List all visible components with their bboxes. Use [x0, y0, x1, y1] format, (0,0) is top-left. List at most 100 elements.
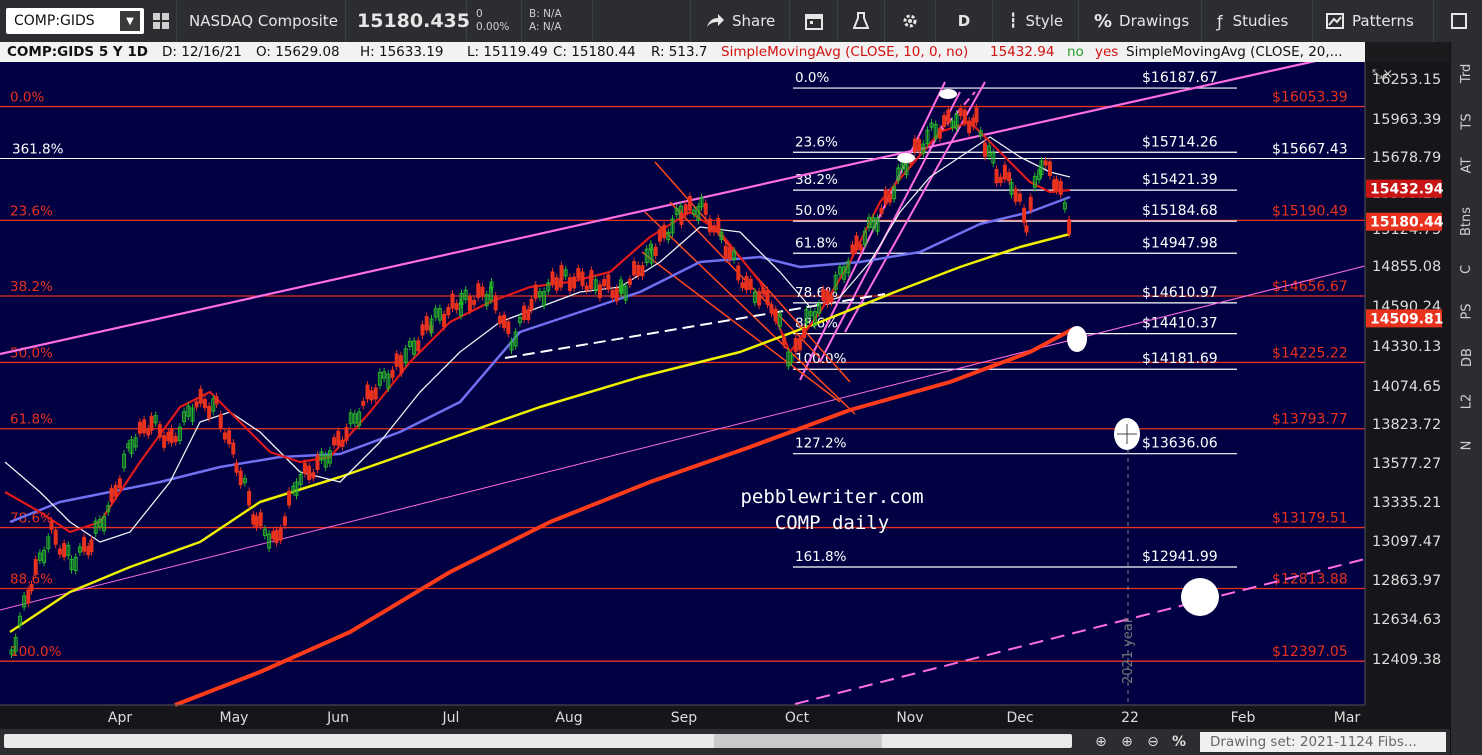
drawing-set-selector[interactable]: Drawing set: 2021-1124 Fibs... [1200, 732, 1446, 752]
sidebar-item-db[interactable]: DB [1451, 340, 1482, 374]
change-value: 0 [476, 8, 483, 20]
candle-body [657, 228, 662, 242]
y-axis-tick-label: 14855.08 [1372, 259, 1441, 275]
candle-body [757, 291, 762, 306]
fib-white-pct-label: 161.8% [795, 549, 847, 565]
drawings-button[interactable]: % Drawings [1080, 0, 1202, 42]
sidebar-item-ps[interactable]: PS [1451, 294, 1482, 328]
candle-body [109, 488, 114, 502]
symbol-selector[interactable]: COMP:GIDS ▼ [6, 8, 144, 34]
fib-white-price-label: $13636.06 [1142, 436, 1218, 452]
sidebar-label: DB [1459, 347, 1475, 367]
price-chart[interactable]: 0.0% $16053.3923.6% $15190.4938.2% $14656.6… [0, 62, 1450, 729]
bar-high: H: 15633.19 [360, 44, 444, 60]
chevron-down-icon[interactable]: ▼ [120, 11, 140, 31]
period-button[interactable]: D [936, 0, 993, 42]
candle-body [62, 542, 67, 558]
fib-white-price-label: $14947.98 [1142, 235, 1218, 251]
candle-body [365, 384, 370, 400]
bar-close: C: 15180.44 [553, 44, 636, 60]
bottom-bar: ⊕ ⊕ ⊖ % Drawing set: 2021-1124 Fibs... [0, 729, 1450, 755]
time-scrollbar[interactable] [4, 734, 1072, 748]
candle-body [967, 120, 972, 134]
sidebar-item-at[interactable]: AT [1451, 148, 1482, 182]
candle-body [740, 282, 745, 289]
calendar-button[interactable] [791, 0, 838, 42]
style-button[interactable]: ┇ Style [993, 0, 1079, 42]
candle-body [442, 313, 447, 328]
candle-body [1022, 207, 1027, 223]
candle-body [89, 539, 94, 553]
symbol-text: COMP:GIDS [14, 13, 95, 29]
calendar-icon [805, 14, 823, 30]
candle-body [554, 277, 559, 291]
sma10-study-label[interactable]: SimpleMovingAvg (CLOSE, 10, 0, no) [721, 44, 968, 60]
candle-body [716, 218, 721, 234]
x-axis-tick-label: Sep [671, 710, 698, 726]
sidebar-item-btns[interactable]: Btns [1451, 204, 1482, 238]
bar-low: L: 15119.49 [467, 44, 548, 60]
grid-icon[interactable] [152, 12, 170, 30]
zoom-out-icon[interactable]: ⊖ [1144, 734, 1162, 750]
candle-body [157, 424, 162, 438]
candle-body [748, 278, 753, 290]
candle-body [662, 224, 667, 239]
studies-button[interactable]: ƒ Studies [1203, 0, 1313, 42]
sidebar-item-n[interactable]: N [1451, 428, 1482, 462]
patterns-button[interactable]: Patterns [1314, 0, 1434, 42]
sidebar-item-ts[interactable]: TS [1451, 104, 1482, 138]
candle-body [247, 490, 252, 506]
candle-body [49, 520, 54, 530]
candle-body [559, 265, 564, 281]
candle-body [632, 261, 637, 276]
settings-button[interactable] [885, 0, 936, 42]
share-button[interactable]: Share [690, 0, 790, 42]
x-axis-tick-label: Jun [326, 710, 349, 726]
candle-body [522, 305, 527, 320]
scrollbar-thumb[interactable] [714, 734, 882, 748]
last-price: 15180.435 [347, 0, 470, 42]
fib-white-pct-label: 127.2% [795, 436, 847, 452]
chart-close-icon[interactable]: ⤡× [1372, 67, 1393, 82]
candle-body [271, 531, 276, 540]
candle-body [1028, 196, 1033, 211]
sma-yes-label: yes [1095, 44, 1119, 60]
candle-body [480, 286, 485, 297]
maximize-button[interactable] [1435, 0, 1482, 42]
candle-body [33, 559, 38, 575]
percent-view-icon[interactable]: % [1170, 734, 1188, 750]
fib-white-pct-label: 61.8% [795, 235, 838, 251]
fib-red-pct-label: 100.0% [10, 644, 62, 660]
candle-body [937, 128, 942, 139]
candle-body [454, 303, 459, 311]
candle-body [227, 430, 232, 445]
candle-body [982, 142, 987, 157]
candle-body [597, 284, 602, 299]
sma-no-label: no [1067, 44, 1084, 60]
candle-body [773, 308, 778, 322]
pan-icon[interactable]: ⊕ [1092, 734, 1110, 750]
price-tag-label: 15180.44 [1370, 215, 1444, 231]
y-axis-tick-label: 12409.38 [1372, 652, 1441, 668]
sidebar-item-trd[interactable]: Trd [1451, 56, 1482, 90]
watermark-site: pebblewriter.com [740, 486, 923, 508]
candle-body [278, 528, 283, 541]
sma20-study-label[interactable]: SimpleMovingAvg (CLOSE, 20,... [1126, 44, 1343, 60]
candle-body [420, 324, 425, 336]
y-axis-tick-label: 15963.39 [1372, 112, 1441, 128]
candle-body [1047, 161, 1052, 176]
candle-body [687, 196, 692, 211]
sidebar-item-l2[interactable]: L2 [1451, 384, 1482, 418]
fib-red-price-label: $13793.77 [1272, 412, 1348, 428]
top-toolbar: COMP:GIDS ▼ NASDAQ Composite 15180.435 0… [0, 0, 1482, 43]
candle-body [744, 275, 749, 291]
candle-body [198, 388, 203, 404]
candle-body [231, 442, 236, 455]
candle-body [361, 400, 366, 406]
candle-body [887, 193, 892, 203]
flask-button[interactable] [838, 0, 885, 42]
sidebar-item-c[interactable]: C [1451, 252, 1482, 286]
candle-body [26, 589, 31, 604]
candle-body [610, 289, 615, 299]
zoom-in-icon[interactable]: ⊕ [1118, 734, 1136, 750]
